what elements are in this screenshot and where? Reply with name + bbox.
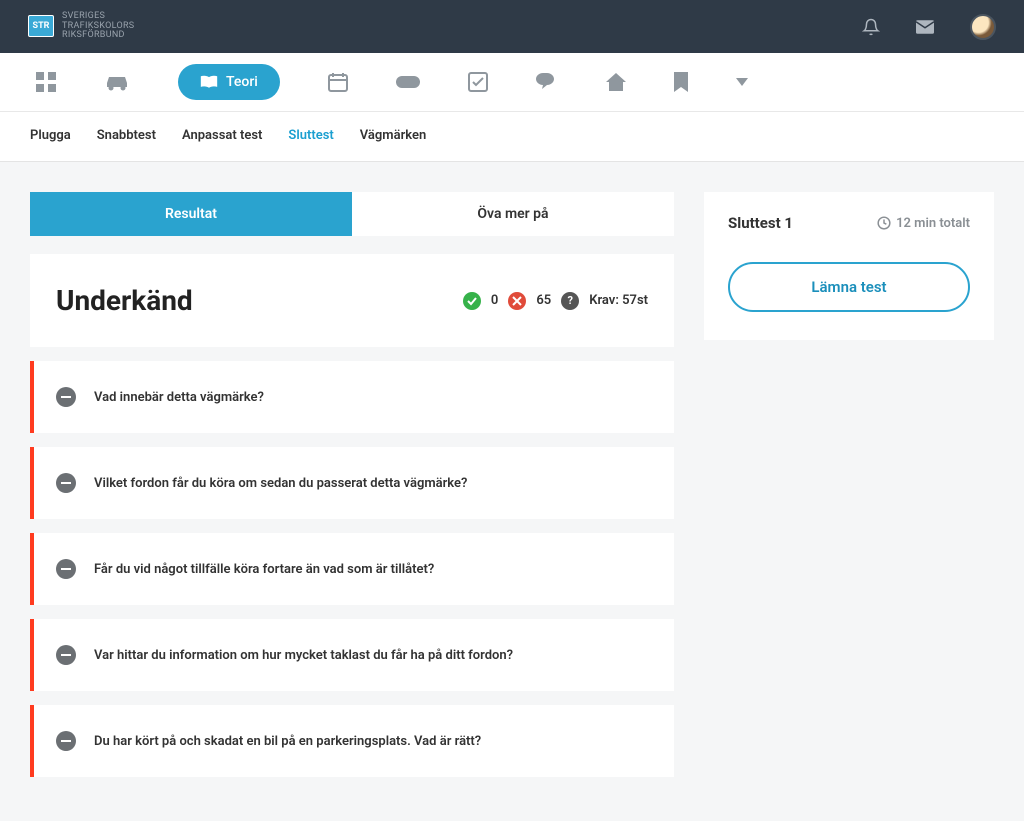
question-item[interactable]: Vilket fordon får du köra om sedan du pa… — [30, 447, 674, 519]
question-item[interactable]: Vad innebär detta vägmärke? — [30, 361, 674, 433]
side-title: Sluttest 1 — [728, 214, 793, 232]
checklist-icon[interactable] — [468, 72, 488, 92]
mail-icon[interactable] — [916, 20, 934, 34]
teori-label: Teori — [226, 74, 258, 90]
caret-down-icon[interactable] — [736, 78, 748, 86]
minus-icon — [56, 645, 76, 665]
logo-text: SVERIGES TRAFIKSKOLORS RIKSFÖRBUND — [62, 12, 134, 42]
chat-icon[interactable] — [536, 73, 558, 91]
brand-logo[interactable]: STR SVERIGES TRAFIKSKOLORS RIKSFÖRBUND — [28, 12, 134, 42]
minus-icon — [56, 387, 76, 407]
check-icon — [463, 292, 481, 310]
subnav-plugga[interactable]: Plugga — [30, 128, 71, 143]
subnav-sluttest[interactable]: Sluttest — [288, 128, 333, 143]
gamepad-icon[interactable] — [396, 74, 420, 90]
bell-icon[interactable] — [862, 18, 880, 36]
calendar-icon[interactable] — [328, 72, 348, 92]
status-card: Underkänd 0 65 ? Krav: 57st — [30, 254, 674, 347]
main-nav: Teori — [0, 53, 1024, 112]
question-text: Du har kört på och skadat en bil på en p… — [94, 734, 481, 749]
minus-icon — [56, 731, 76, 751]
correct-count: 0 — [491, 293, 498, 308]
bookmark-icon[interactable] — [674, 72, 688, 92]
tab-ova-mer[interactable]: Öva mer på — [352, 192, 674, 236]
tab-resultat[interactable]: Resultat — [30, 192, 352, 236]
avatar[interactable] — [970, 14, 996, 40]
question-item[interactable]: Var hittar du information om hur mycket … — [30, 619, 674, 691]
teori-tab[interactable]: Teori — [178, 64, 280, 100]
status-stats: 0 65 ? Krav: 57st — [463, 292, 648, 310]
leave-test-button[interactable]: Lämna test — [728, 262, 970, 312]
logo-mark: STR — [28, 15, 54, 37]
question-list: Vad innebär detta vägmärke? Vilket fordo… — [30, 361, 674, 777]
result-tabs: Resultat Öva mer på — [30, 192, 674, 236]
krav-label: Krav: 57st — [589, 293, 648, 308]
question-item[interactable]: Får du vid något tillfälle köra fortare … — [30, 533, 674, 605]
sub-nav: Plugga Snabbtest Anpassat test Sluttest … — [0, 112, 1024, 162]
x-icon — [508, 292, 526, 310]
question-text: Var hittar du information om hur mycket … — [94, 648, 513, 663]
subnav-snabbtest[interactable]: Snabbtest — [97, 128, 156, 143]
question-text: Vilket fordon får du köra om sedan du pa… — [94, 476, 467, 491]
minus-icon — [56, 559, 76, 579]
home-icon[interactable] — [606, 73, 626, 91]
subnav-anpassat-test[interactable]: Anpassat test — [182, 128, 262, 143]
question-text: Får du vid något tillfälle köra fortare … — [94, 562, 434, 577]
car-icon[interactable] — [104, 73, 130, 91]
clock-icon — [877, 216, 891, 230]
side-time: 12 min totalt — [877, 216, 970, 231]
book-icon — [200, 74, 218, 90]
side-card: Sluttest 1 12 min totalt Lämna test — [704, 192, 994, 340]
minus-icon — [56, 473, 76, 493]
question-text: Vad innebär detta vägmärke? — [94, 390, 264, 405]
question-icon: ? — [561, 292, 579, 310]
top-bar: STR SVERIGES TRAFIKSKOLORS RIKSFÖRBUND — [0, 0, 1024, 53]
incorrect-count: 65 — [536, 293, 551, 308]
status-heading: Underkänd — [56, 284, 193, 317]
subnav-vagmarken[interactable]: Vägmärken — [360, 128, 426, 143]
question-item[interactable]: Du har kört på och skadat en bil på en p… — [30, 705, 674, 777]
dashboard-icon[interactable] — [36, 72, 56, 92]
